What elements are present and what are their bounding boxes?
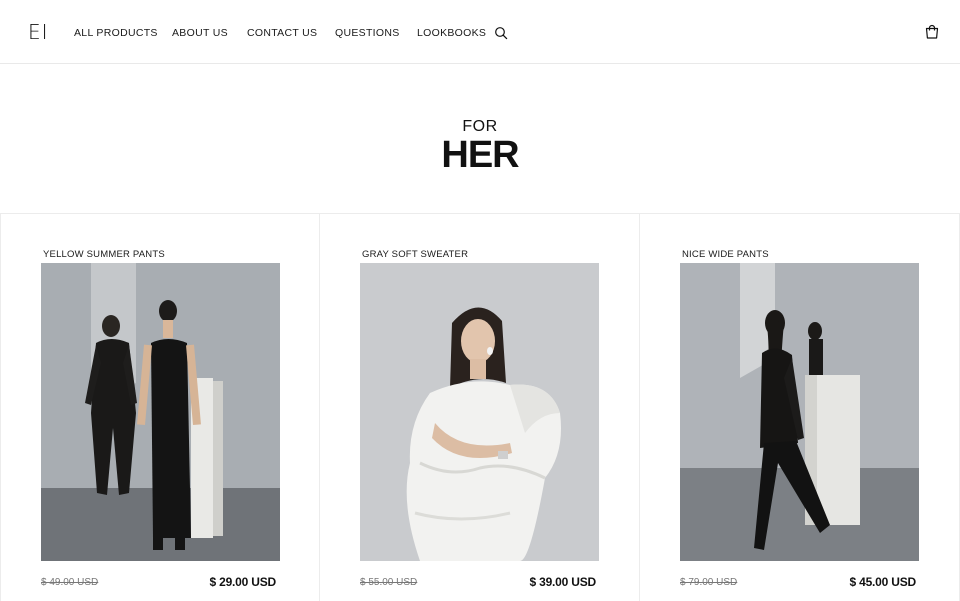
- nav-item-about-us[interactable]: ABOUT US: [172, 27, 228, 39]
- product-image[interactable]: [360, 263, 599, 561]
- product-image[interactable]: [41, 263, 280, 561]
- shopping-bag-icon[interactable]: [924, 24, 940, 40]
- product-card[interactable]: GRAY SOFT SWEATER $ 55.00 USD $ 39.00 US…: [320, 214, 640, 601]
- search-icon[interactable]: [494, 26, 508, 40]
- page-title: HER: [441, 134, 519, 176]
- product-card[interactable]: YELLOW SUMMER PANTS $ 49.00 USD $ 29.00 …: [0, 214, 320, 601]
- sale-price: $ 29.00 USD: [209, 575, 276, 589]
- nav-item-questions[interactable]: QUESTIONS: [335, 27, 400, 39]
- brand-logo[interactable]: EI: [28, 20, 49, 44]
- nav-item-lookbooks[interactable]: LOOKBOOKS: [417, 27, 486, 39]
- product-card[interactable]: NICE WIDE PANTS $ 79.00 USD $ 45.00 USD: [640, 214, 960, 601]
- sale-price: $ 45.00 USD: [849, 575, 916, 589]
- nav-item-contact-us[interactable]: CONTACT US: [247, 27, 317, 39]
- product-name[interactable]: GRAY SOFT SWEATER: [362, 249, 468, 260]
- product-name[interactable]: YELLOW SUMMER PANTS: [43, 249, 165, 260]
- product-grid: YELLOW SUMMER PANTS $ 49.00 USD $ 29.00 …: [0, 213, 960, 601]
- nav-item-all-products[interactable]: ALL PRODUCTS: [74, 27, 158, 39]
- product-image[interactable]: [680, 263, 919, 561]
- original-price: $ 55.00 USD: [360, 577, 418, 588]
- sale-price: $ 39.00 USD: [529, 575, 596, 589]
- original-price: $ 79.00 USD: [680, 577, 738, 588]
- site-header: EI ALL PRODUCTS ABOUT US CONTACT US QUES…: [0, 0, 960, 64]
- original-price: $ 49.00 USD: [41, 577, 99, 588]
- product-name[interactable]: NICE WIDE PANTS: [682, 249, 769, 260]
